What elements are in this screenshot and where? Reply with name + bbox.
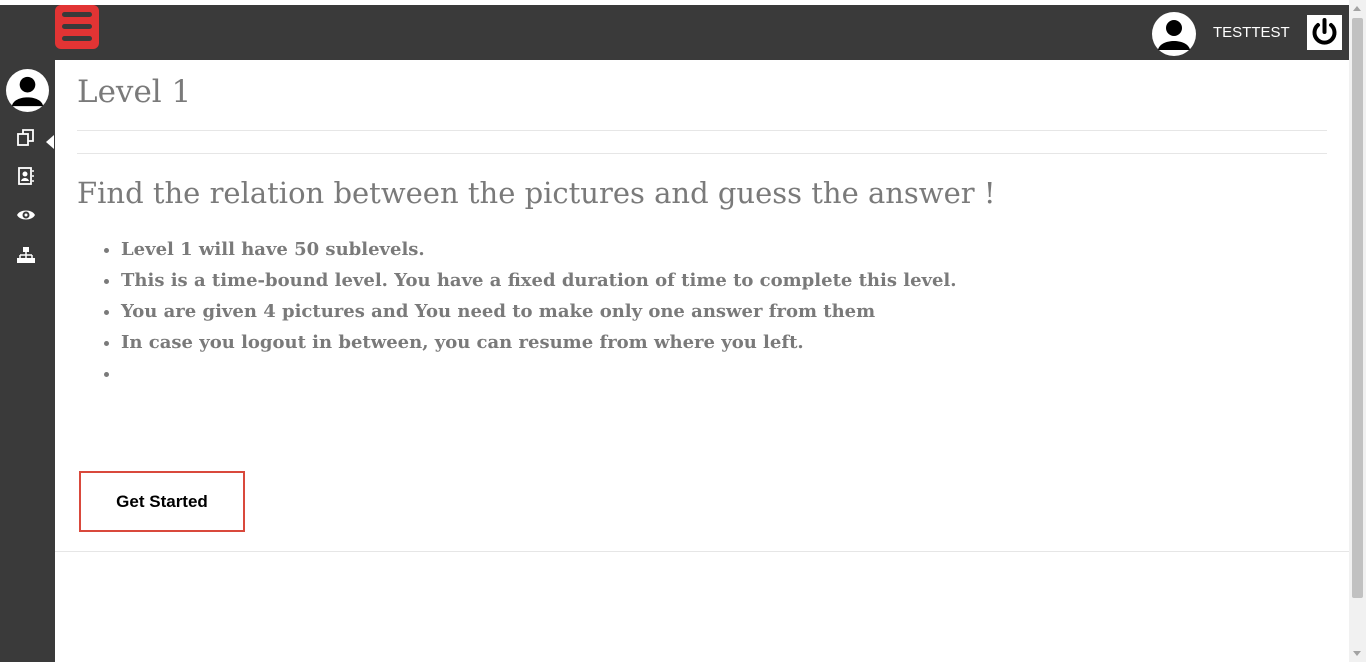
main-content: Level 1 Find the relation between the pi… [55,60,1349,662]
list-item: This is a time-bound level. You have a f… [121,265,957,296]
contact-book-icon[interactable] [16,166,36,186]
left-sidebar [0,60,55,662]
get-started-button[interactable]: Get Started [79,471,245,532]
list-item: You are given 4 pictures and You need to… [121,296,957,327]
divider [77,130,1327,131]
scroll-up-arrow-icon[interactable] [1353,6,1361,11]
hamburger-menu-icon[interactable] [55,5,99,49]
page-title: Level 1 [77,74,192,110]
sitemap-icon[interactable] [16,245,36,265]
divider [77,153,1327,154]
top-navbar: TESTTEST [0,5,1349,60]
copy-icon[interactable] [16,128,36,148]
list-item: In case you logout in between, you can r… [121,327,957,358]
eye-icon[interactable] [16,205,36,225]
power-icon[interactable] [1307,15,1342,50]
divider [55,551,1349,552]
username-label: TESTTEST [1213,24,1290,41]
rules-list: Level 1 will have 50 sublevels. This is … [81,234,957,389]
user-avatar-icon[interactable] [6,69,49,112]
list-item [121,358,957,389]
scrollbar-thumb[interactable] [1352,18,1363,598]
vertical-scrollbar[interactable] [1349,0,1366,662]
user-avatar-icon[interactable] [1152,12,1196,56]
active-item-caret [46,135,54,149]
scroll-down-arrow-icon[interactable] [1353,651,1361,656]
instructions-heading: Find the relation between the pictures a… [77,176,996,210]
list-item: Level 1 will have 50 sublevels. [121,234,957,265]
